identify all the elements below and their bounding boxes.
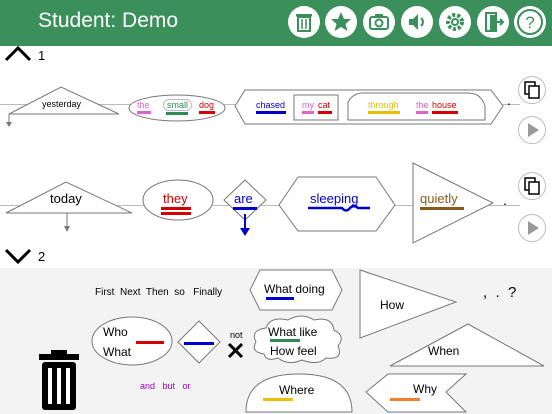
when-label[interactable]: When bbox=[428, 344, 459, 358]
who-underline-1 bbox=[161, 207, 191, 210]
speaker-icon bbox=[409, 14, 424, 30]
not-label[interactable]: not bbox=[230, 330, 243, 340]
punctuation-marks[interactable]: , . ? bbox=[483, 284, 516, 301]
copy-button-2[interactable] bbox=[518, 172, 546, 200]
verb-underline bbox=[256, 111, 286, 114]
how-label[interactable]: How bbox=[380, 298, 404, 312]
palette-trash-icon[interactable] bbox=[36, 350, 84, 414]
trash-button[interactable] bbox=[288, 6, 320, 38]
star-icon bbox=[331, 12, 351, 31]
who-label[interactable]: Who bbox=[103, 325, 128, 339]
prep-underline bbox=[368, 111, 400, 114]
prep-noun-underline bbox=[432, 111, 458, 114]
prep-noun[interactable]: house bbox=[432, 100, 457, 110]
what-like-underline bbox=[270, 339, 300, 342]
prep-word[interactable]: through bbox=[368, 100, 399, 110]
why-label[interactable]: Why bbox=[413, 382, 437, 396]
section-number: 1 bbox=[38, 48, 46, 63]
pron-underline bbox=[302, 111, 314, 114]
what-doing-label[interactable]: What doing bbox=[264, 282, 325, 296]
speaker-button[interactable] bbox=[401, 6, 433, 38]
exit-button[interactable] bbox=[477, 6, 509, 38]
aux-word[interactable]: are bbox=[234, 191, 253, 206]
prep-det[interactable]: the bbox=[416, 100, 429, 110]
play-icon bbox=[528, 221, 539, 235]
collapse-chevron-icon[interactable] bbox=[4, 44, 34, 64]
object-underline bbox=[318, 111, 332, 114]
trash-icon bbox=[296, 14, 312, 32]
aux-underline-palette bbox=[184, 342, 214, 345]
copy-icon bbox=[524, 81, 540, 99]
noun-underline bbox=[199, 111, 215, 114]
verb-word-2[interactable]: sleeping bbox=[310, 191, 358, 206]
when-triangle-2[interactable] bbox=[4, 180, 136, 236]
palette-number: 2 bbox=[38, 249, 46, 264]
cross-icon[interactable] bbox=[226, 342, 246, 360]
end-punct-2[interactable]: . bbox=[503, 192, 507, 208]
exit-icon bbox=[485, 12, 505, 32]
object-pron[interactable]: my bbox=[302, 100, 314, 110]
play-icon bbox=[528, 123, 539, 137]
adj-word[interactable]: small bbox=[163, 99, 193, 111]
det-underline bbox=[137, 111, 151, 114]
copy-button[interactable] bbox=[518, 76, 546, 104]
help-icon: ? bbox=[517, 9, 543, 35]
adverb-word[interactable]: quietly bbox=[420, 191, 458, 206]
when-triangle-palette[interactable] bbox=[388, 322, 546, 368]
verb-word[interactable]: chased bbox=[256, 100, 285, 110]
header-bar: Student: Demo ? bbox=[0, 0, 552, 46]
noun-word[interactable]: dog bbox=[199, 100, 214, 110]
det-word[interactable]: the bbox=[137, 100, 150, 110]
verb-squiggle bbox=[308, 205, 370, 212]
where-underline bbox=[263, 398, 293, 401]
why-underline bbox=[390, 398, 420, 401]
object-noun[interactable]: cat bbox=[318, 100, 330, 110]
what-doing-underline bbox=[266, 297, 294, 300]
camera-icon bbox=[369, 14, 389, 30]
connector-words[interactable]: First Next Then so Finally bbox=[95, 287, 222, 298]
play-button-2[interactable] bbox=[518, 214, 546, 242]
page-title: Student: Demo bbox=[38, 9, 179, 32]
who-word[interactable]: they bbox=[163, 191, 188, 206]
prep-det-underline bbox=[416, 111, 428, 114]
play-button[interactable] bbox=[518, 116, 546, 144]
conjunction-words[interactable]: and but or bbox=[140, 381, 191, 391]
who-underline-2 bbox=[161, 212, 191, 215]
star-button[interactable] bbox=[325, 6, 357, 38]
help-button[interactable]: ? bbox=[514, 6, 546, 38]
svg-text:?: ? bbox=[525, 13, 534, 32]
settings-button[interactable] bbox=[439, 6, 471, 38]
copy-icon bbox=[524, 177, 540, 195]
what-like-label[interactable]: What like bbox=[268, 325, 317, 339]
adj-underline bbox=[166, 112, 188, 115]
aux-underline bbox=[233, 207, 257, 210]
when-word-2[interactable]: today bbox=[50, 191, 82, 206]
end-punct[interactable]: . bbox=[507, 92, 511, 108]
who-what-underline bbox=[136, 341, 164, 344]
where-label[interactable]: Where bbox=[279, 383, 314, 397]
expand-chevron-icon[interactable] bbox=[4, 246, 34, 266]
gear-icon bbox=[446, 13, 464, 31]
what-label[interactable]: What bbox=[103, 345, 131, 359]
adverb-underline bbox=[420, 207, 464, 210]
when-word[interactable]: yesterday bbox=[42, 99, 81, 109]
camera-button[interactable] bbox=[363, 6, 395, 38]
how-feel-label[interactable]: How feel bbox=[270, 344, 317, 358]
